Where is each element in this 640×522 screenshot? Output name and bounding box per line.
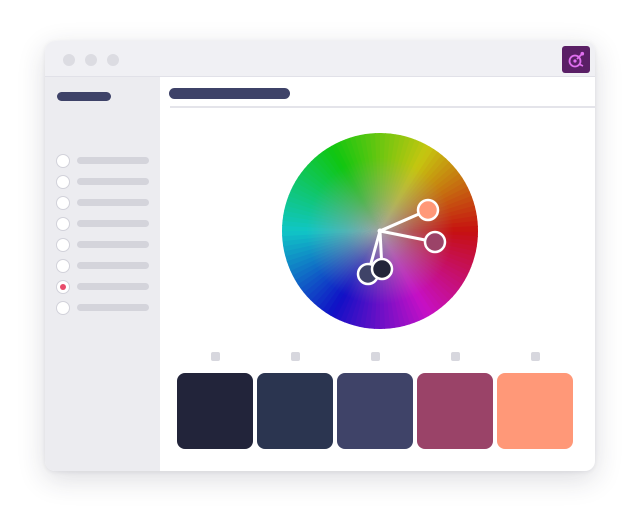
sidebar-item-label-placeholder — [77, 262, 149, 269]
sidebar-item[interactable] — [56, 195, 156, 211]
sidebar-radio[interactable] — [56, 259, 70, 273]
minimize-window-dot[interactable] — [85, 54, 97, 66]
header-divider — [170, 106, 595, 108]
sidebar-radio[interactable] — [56, 217, 70, 231]
color-palette-icon[interactable] — [562, 46, 590, 73]
palette-swatch-1 — [177, 351, 253, 451]
sidebar-item-label-placeholder — [77, 241, 149, 248]
sidebar — [45, 77, 160, 471]
color-wheel[interactable] — [282, 133, 478, 329]
palette-swatch-4 — [417, 351, 493, 451]
swatch-color[interactable] — [177, 373, 253, 449]
swatch-checkbox[interactable] — [371, 352, 380, 361]
sidebar-item[interactable] — [56, 237, 156, 253]
swatch-checkbox[interactable] — [451, 352, 460, 361]
sidebar-radio[interactable] — [56, 301, 70, 315]
sidebar-item-label-placeholder — [77, 220, 149, 227]
swatch-color[interactable] — [417, 373, 493, 449]
sidebar-item[interactable] — [56, 174, 156, 190]
sidebar-item-selected[interactable] — [56, 279, 156, 295]
sidebar-item[interactable] — [56, 153, 156, 169]
palette-swatch-2 — [257, 351, 333, 451]
close-window-dot[interactable] — [63, 54, 75, 66]
palette-swatch-3 — [337, 351, 413, 451]
sidebar-item-label-placeholder — [77, 178, 149, 185]
sidebar-item-label-placeholder — [77, 283, 149, 290]
sidebar-radio[interactable] — [56, 175, 70, 189]
sidebar-item[interactable] — [56, 258, 156, 274]
swatch-color[interactable] — [497, 373, 573, 449]
swatch-checkbox[interactable] — [531, 352, 540, 361]
app-window — [45, 41, 595, 471]
sidebar-title-placeholder — [57, 92, 111, 101]
color-handle[interactable] — [423, 230, 447, 254]
palette-swatch-5 — [497, 351, 573, 451]
sidebar-item[interactable] — [56, 300, 156, 316]
sidebar-item[interactable] — [56, 216, 156, 232]
sidebar-radio-selected[interactable] — [56, 280, 70, 294]
sidebar-item-label-placeholder — [77, 199, 149, 206]
swatch-color[interactable] — [257, 373, 333, 449]
sidebar-radio[interactable] — [56, 238, 70, 252]
color-handle[interactable] — [370, 257, 394, 281]
sidebar-item-label-placeholder — [77, 304, 149, 311]
sidebar-item-label-placeholder — [77, 157, 149, 164]
swatch-checkbox[interactable] — [211, 352, 220, 361]
sidebar-radio[interactable] — [56, 196, 70, 210]
swatch-color[interactable] — [337, 373, 413, 449]
swatch-checkbox[interactable] — [291, 352, 300, 361]
title-bar — [45, 41, 595, 77]
maximize-window-dot[interactable] — [107, 54, 119, 66]
wheel-center-hub — [377, 228, 383, 234]
page-title-placeholder — [169, 88, 290, 99]
sidebar-radio[interactable] — [56, 154, 70, 168]
color-handle-base[interactable] — [416, 198, 440, 222]
